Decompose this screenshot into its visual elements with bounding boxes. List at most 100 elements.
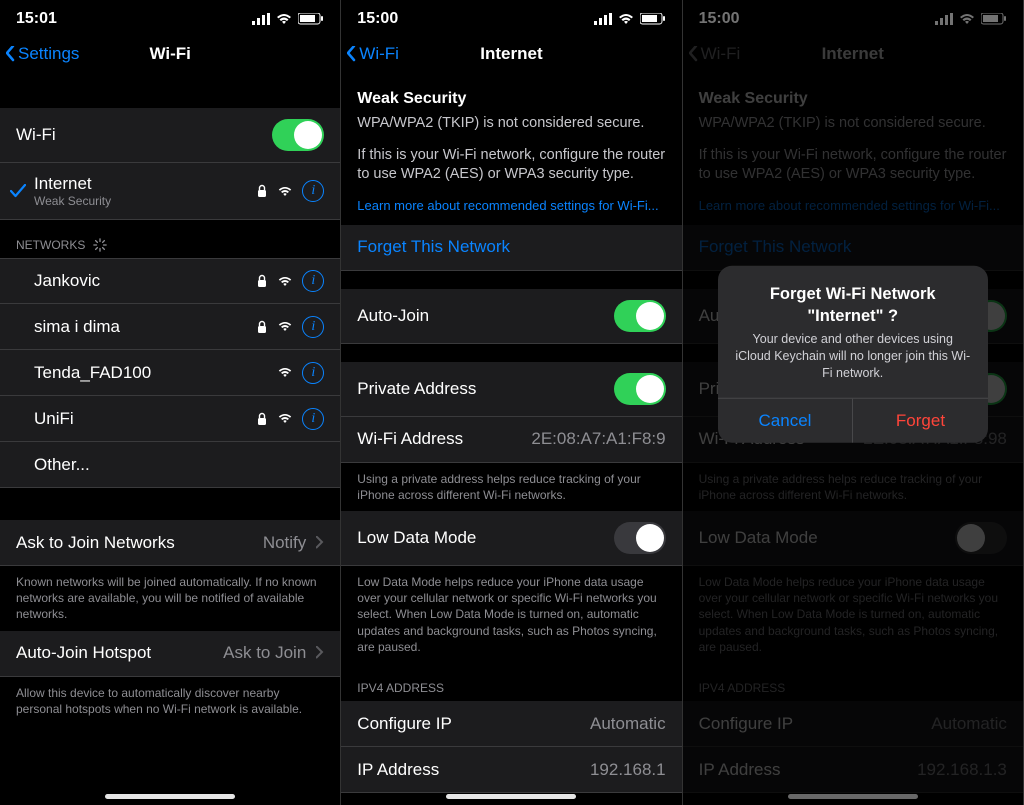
network-row[interactable]: Tenda_FAD100 i: [0, 350, 340, 396]
cellular-icon: [252, 13, 270, 25]
back-label: Settings: [18, 44, 79, 64]
info-button[interactable]: i: [302, 362, 324, 384]
network-row[interactable]: Other...: [0, 442, 340, 488]
alert-cancel-button[interactable]: Cancel: [718, 398, 854, 442]
signal-icon: [278, 186, 292, 197]
auto-join-toggle[interactable]: [614, 300, 666, 332]
back-label: Wi-Fi: [359, 44, 399, 64]
private-footer: Using a private address helps reduce tra…: [341, 463, 681, 511]
signal-icon: [278, 413, 292, 424]
alert-message: Your device and other devices using iClo…: [734, 331, 972, 382]
info-button[interactable]: i: [302, 316, 324, 338]
hotspot-footer: Allow this device to automatically disco…: [0, 677, 340, 725]
ask-to-join-row[interactable]: Ask to Join Networks Notify: [0, 520, 340, 566]
network-name: Jankovic: [34, 271, 100, 291]
wifi-toggle-row[interactable]: Wi-Fi: [0, 108, 340, 163]
spinner-icon: [93, 238, 107, 252]
signal-icon: [278, 321, 292, 332]
alert-forget-button[interactable]: Forget: [853, 398, 988, 442]
connected-network-row[interactable]: Internet Weak Security i: [0, 163, 340, 220]
network-name: Tenda_FAD100: [34, 363, 151, 383]
low-data-row[interactable]: Low Data Mode: [341, 511, 681, 566]
forget-alert: Forget Wi-Fi Network"Internet" ? Your de…: [718, 266, 988, 443]
lock-icon: [256, 412, 268, 426]
wifi-label: Wi-Fi: [16, 125, 56, 145]
warn-text: WPA/WPA2 (TKIP) is not considered secure…: [357, 114, 665, 134]
home-indicator[interactable]: [105, 794, 235, 799]
network-row[interactable]: UniFi i: [0, 396, 340, 442]
signal-icon: [278, 276, 292, 287]
warn-title: Weak Security: [357, 90, 665, 108]
clock: 15:00: [357, 10, 398, 28]
private-address-toggle[interactable]: [614, 373, 666, 405]
back-button[interactable]: Wi-Fi: [347, 44, 399, 64]
chevron-left-icon: [347, 46, 357, 62]
lock-icon: [256, 274, 268, 288]
wifi-address-row: Wi-Fi Address 2E:08:A7:A1:F8:9: [341, 417, 681, 463]
info-button[interactable]: i: [302, 180, 324, 202]
chevron-right-icon: [316, 536, 324, 550]
security-warning: Weak Security WPA/WPA2 (TKIP) is not con…: [341, 76, 681, 225]
status-icons: [594, 13, 666, 25]
network-row[interactable]: Jankovic i: [0, 258, 340, 304]
network-name: UniFi: [34, 409, 74, 429]
low-data-footer: Low Data Mode helps reduce your iPhone d…: [341, 566, 681, 663]
private-address-label: Private Address: [357, 379, 476, 399]
connected-sub: Weak Security: [34, 194, 111, 208]
forget-network-button[interactable]: Forget This Network: [341, 225, 681, 271]
lock-icon: [256, 184, 268, 198]
status-icons: [252, 13, 324, 25]
low-data-toggle[interactable]: [614, 522, 666, 554]
home-indicator[interactable]: [446, 794, 576, 799]
configure-ip-label: Configure IP: [357, 714, 452, 734]
wifi-icon: [276, 13, 292, 25]
nav-bar: Settings Wi-Fi: [0, 32, 340, 76]
connected-name: Internet: [34, 174, 111, 194]
auto-join-row[interactable]: Auto-Join: [341, 289, 681, 344]
network-name: Other...: [34, 455, 90, 475]
configure-ip-value: Automatic: [590, 714, 666, 734]
private-address-row[interactable]: Private Address: [341, 362, 681, 417]
low-data-label: Low Data Mode: [357, 528, 476, 548]
signal-icon: [278, 367, 292, 378]
networks-header: NETWORKS: [0, 220, 340, 258]
ip-address-value: 192.168.1: [590, 760, 666, 780]
ask-value: Notify: [263, 533, 306, 553]
ip-address-label: IP Address: [357, 760, 439, 780]
hotspot-label: Auto-Join Hotspot: [16, 643, 151, 663]
status-bar: 15:01: [0, 0, 340, 32]
back-button[interactable]: Settings: [6, 44, 79, 64]
battery-icon: [298, 13, 324, 25]
wifi-address-label: Wi-Fi Address: [357, 429, 463, 449]
status-bar: 15:00: [341, 0, 681, 32]
wifi-list-screen: 15:01 Settings Wi-Fi Wi-Fi Internet Weak…: [0, 0, 341, 805]
chevron-left-icon: [6, 46, 16, 62]
wifi-address-value: 2E:08:A7:A1:F8:9: [531, 429, 665, 449]
checkmark-icon: [10, 184, 26, 198]
chevron-right-icon: [316, 646, 324, 660]
battery-icon: [640, 13, 666, 25]
clock: 15:01: [16, 10, 57, 28]
warn-text: If this is your Wi-Fi network, configure…: [357, 146, 665, 185]
cellular-icon: [594, 13, 612, 25]
info-button[interactable]: i: [302, 408, 324, 430]
info-button[interactable]: i: [302, 270, 324, 292]
ipv4-header: IPV4 ADDRESS: [341, 663, 681, 701]
learn-more-link[interactable]: Learn more about recommended settings fo…: [357, 198, 658, 213]
auto-join-hotspot-row[interactable]: Auto-Join Hotspot Ask to Join: [0, 631, 340, 677]
nav-bar: Wi-Fi Internet: [341, 32, 681, 76]
lock-icon: [256, 320, 268, 334]
ask-label: Ask to Join Networks: [16, 533, 175, 553]
network-detail-screen: 15:00 Wi-Fi Internet Weak Security WPA/W…: [341, 0, 682, 805]
ask-footer: Known networks will be joined automatica…: [0, 566, 340, 631]
auto-join-label: Auto-Join: [357, 306, 429, 326]
network-detail-screen-alert: 15:00 Wi-Fi Internet Weak Security WPA/W…: [683, 0, 1024, 805]
alert-title: Forget Wi-Fi Network"Internet" ?: [734, 284, 972, 327]
configure-ip-row[interactable]: Configure IP Automatic: [341, 701, 681, 747]
hotspot-value: Ask to Join: [223, 643, 306, 663]
network-row[interactable]: sima i dima i: [0, 304, 340, 350]
ip-address-row: IP Address 192.168.1: [341, 747, 681, 793]
wifi-toggle[interactable]: [272, 119, 324, 151]
wifi-icon: [618, 13, 634, 25]
network-name: sima i dima: [34, 317, 120, 337]
